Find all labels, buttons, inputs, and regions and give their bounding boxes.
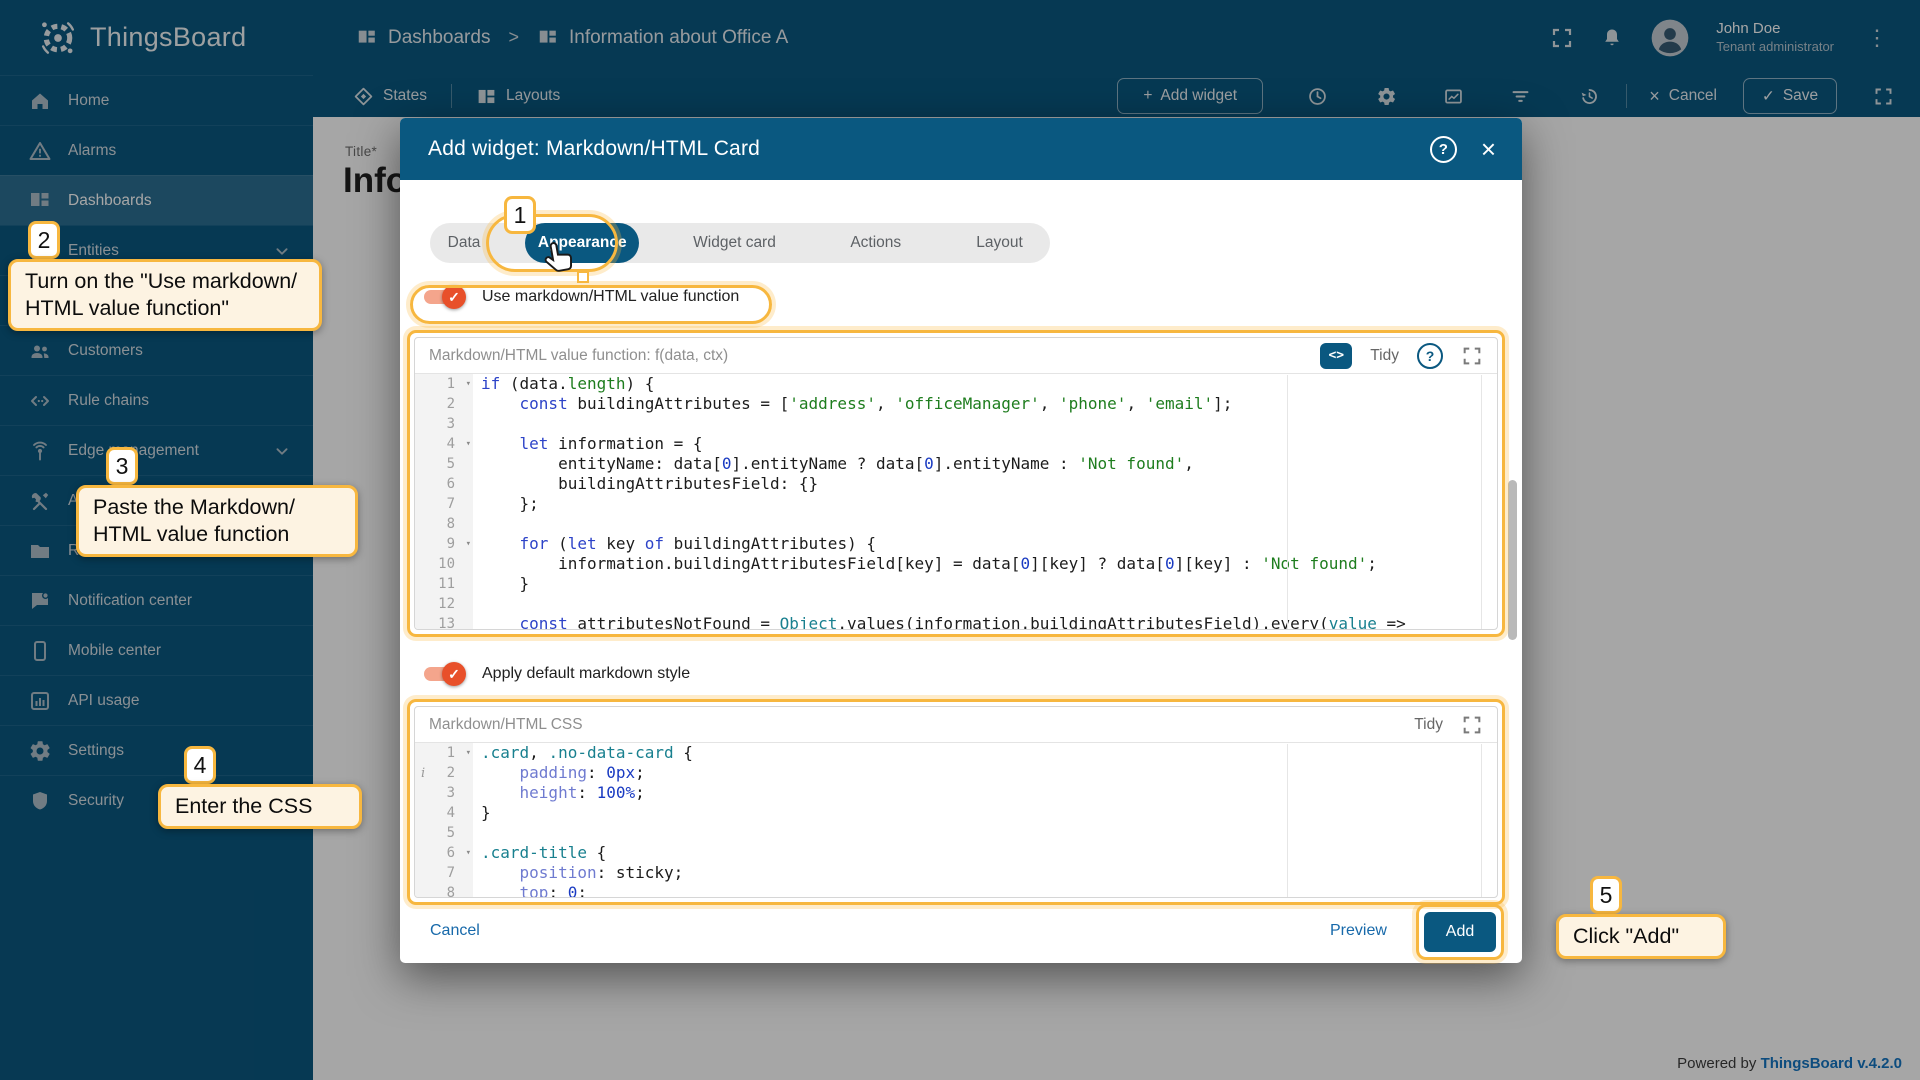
hand-cursor-icon: [538, 237, 580, 279]
scrollbar-gutter-line: [1481, 375, 1482, 629]
editor-fullscreen-icon[interactable]: [1461, 714, 1483, 736]
use-markdown-toggle[interactable]: ✓: [420, 285, 466, 309]
click-marker: [577, 271, 589, 283]
dialog-close-icon[interactable]: ×: [1479, 136, 1498, 162]
print-margin: [1287, 375, 1288, 629]
apply-style-toggle-label: Apply default markdown style: [482, 665, 690, 683]
callout-step-5: Click "Add": [1556, 914, 1726, 959]
css-code-area[interactable]: 1▾.card, .no-data-card {2i padding: 0px;…: [415, 743, 1497, 898]
dialog-cancel-button[interactable]: Cancel: [430, 922, 480, 940]
tab-actions[interactable]: Actions: [830, 223, 922, 263]
apply-markdown-style-toggle[interactable]: ✓: [420, 662, 466, 686]
print-margin: [1287, 744, 1288, 897]
apply-style-toggle-row: ✓ Apply default markdown style: [420, 662, 690, 686]
tidy-button[interactable]: Tidy: [1414, 716, 1443, 734]
preview-button[interactable]: Preview: [1330, 922, 1387, 940]
add-button[interactable]: Add: [1424, 912, 1496, 952]
dialog-title: Add widget: Markdown/HTML Card: [428, 137, 760, 161]
scrollbar-gutter-line: [1481, 744, 1482, 897]
dialog-help-icon[interactable]: ?: [1430, 136, 1457, 163]
use-markdown-toggle-label: Use markdown/HTML value function: [482, 288, 739, 306]
toggle-check-icon: ✓: [442, 662, 466, 686]
screen: ThingsBoard Dashboards > Information abo…: [0, 0, 1920, 1080]
editor-fullscreen-icon[interactable]: [1461, 345, 1483, 367]
step-badge-1: 1: [504, 196, 536, 234]
step-badge-2: 2: [28, 221, 60, 259]
value-function-code-area[interactable]: 1▾if (data.length) {2 const buildingAttr…: [415, 374, 1497, 630]
tab-widget-card[interactable]: Widget card: [670, 223, 800, 263]
tab-layout[interactable]: Layout: [952, 223, 1047, 263]
step-badge-5: 5: [1590, 876, 1622, 914]
tab-data[interactable]: Data: [433, 223, 495, 263]
dialog-header: Add widget: Markdown/HTML Card ? ×: [400, 118, 1522, 180]
css-editor-label: Markdown/HTML CSS: [429, 716, 583, 734]
css-editor: Markdown/HTML CSS Tidy 1▾.card, .no-data…: [414, 706, 1498, 898]
step-badge-3: 3: [106, 447, 138, 485]
use-markdown-toggle-row: ✓ Use markdown/HTML value function: [420, 285, 739, 309]
callout-step-3: Paste the Markdown/ HTML value function: [76, 485, 358, 557]
step-badge-4: 4: [184, 746, 216, 784]
value-function-editor-header: Markdown/HTML value function: f(data, ct…: [415, 338, 1497, 374]
value-function-editor-label: Markdown/HTML value function: f(data, ct…: [429, 347, 728, 365]
editor-help-icon[interactable]: ?: [1417, 343, 1443, 369]
css-editor-header: Markdown/HTML CSS Tidy: [415, 707, 1497, 743]
callout-step-4: Enter the CSS: [158, 784, 362, 829]
dialog-scrollbar-thumb[interactable]: [1508, 480, 1517, 640]
code-tag-icon[interactable]: <>: [1320, 343, 1352, 369]
tidy-button[interactable]: Tidy: [1370, 347, 1399, 365]
toggle-check-icon: ✓: [442, 285, 466, 309]
value-function-editor: Markdown/HTML value function: f(data, ct…: [414, 337, 1498, 630]
callout-step-2: Turn on the "Use markdown/ HTML value fu…: [8, 259, 322, 331]
